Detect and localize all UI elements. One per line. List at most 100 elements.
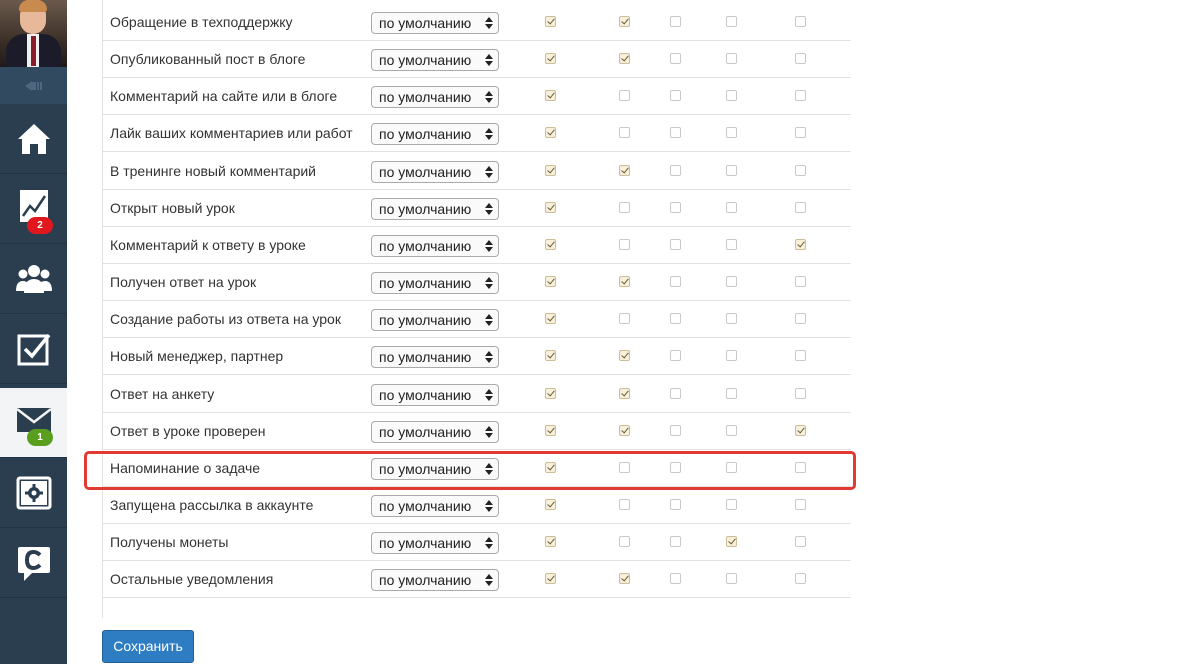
channel-checkbox[interactable] xyxy=(726,424,737,436)
channel-checkbox[interactable] xyxy=(545,16,556,27)
channel-checkbox[interactable] xyxy=(795,573,806,585)
channel-checkbox[interactable] xyxy=(726,238,737,250)
channel-checkbox[interactable] xyxy=(545,498,556,510)
priority-select[interactable]: по умолчанию xyxy=(371,457,499,480)
channel-checkbox[interactable] xyxy=(619,536,630,548)
channel-checkbox[interactable] xyxy=(545,276,556,288)
channel-checkbox[interactable] xyxy=(670,276,681,288)
channel-checkbox[interactable] xyxy=(795,201,806,213)
channel-checkbox[interactable] xyxy=(795,238,806,250)
channel-checkbox[interactable] xyxy=(670,90,681,102)
channel-checkbox[interactable] xyxy=(545,53,556,65)
channel-checkbox[interactable] xyxy=(545,238,556,250)
priority-select[interactable]: по умолчанию xyxy=(371,569,499,592)
channel-checkbox[interactable] xyxy=(795,536,806,548)
priority-select[interactable]: по умолчанию xyxy=(371,309,499,332)
channel-checkbox[interactable] xyxy=(670,536,681,548)
channel-checkbox[interactable] xyxy=(670,127,681,139)
channel-checkbox[interactable] xyxy=(670,350,681,362)
channel-checkbox[interactable] xyxy=(726,536,737,548)
channel-checkbox[interactable] xyxy=(795,16,806,27)
sidebar-item-statistics[interactable]: 2 xyxy=(0,174,67,244)
priority-select[interactable]: по умолчанию xyxy=(371,197,499,220)
channel-checkbox[interactable] xyxy=(545,350,556,362)
channel-checkbox[interactable] xyxy=(619,238,630,250)
channel-checkbox[interactable] xyxy=(726,201,737,213)
priority-select[interactable]: по умолчанию xyxy=(371,532,499,555)
channel-checkbox[interactable] xyxy=(795,350,806,362)
priority-select[interactable]: по умолчанию xyxy=(371,234,499,257)
sidebar-item-chat[interactable] xyxy=(0,528,67,598)
channel-checkbox[interactable] xyxy=(795,53,806,65)
channel-checkbox[interactable] xyxy=(726,461,737,473)
channel-checkbox[interactable] xyxy=(726,498,737,510)
channel-checkbox[interactable] xyxy=(726,90,737,102)
channel-checkbox[interactable] xyxy=(619,498,630,510)
channel-checkbox[interactable] xyxy=(726,276,737,288)
channel-checkbox[interactable] xyxy=(670,16,681,27)
channel-checkbox[interactable] xyxy=(726,16,737,27)
channel-checkbox[interactable] xyxy=(726,573,737,585)
channel-checkbox[interactable] xyxy=(619,53,630,65)
channel-checkbox[interactable] xyxy=(795,461,806,473)
sidebar-item-messages[interactable]: 1 xyxy=(0,388,67,458)
channel-checkbox[interactable] xyxy=(670,498,681,510)
channel-checkbox[interactable] xyxy=(619,424,630,436)
channel-checkbox[interactable] xyxy=(670,238,681,250)
channel-checkbox[interactable] xyxy=(619,201,630,213)
channel-checkbox[interactable] xyxy=(726,313,737,325)
channel-checkbox[interactable] xyxy=(726,387,737,399)
channel-checkbox[interactable] xyxy=(726,53,737,65)
channel-checkbox[interactable] xyxy=(726,127,737,139)
channel-checkbox[interactable] xyxy=(795,498,806,510)
channel-checkbox[interactable] xyxy=(795,164,806,176)
channel-checkbox[interactable] xyxy=(795,387,806,399)
channel-checkbox[interactable] xyxy=(670,313,681,325)
channel-checkbox[interactable] xyxy=(545,536,556,548)
channel-checkbox[interactable] xyxy=(545,127,556,139)
channel-checkbox[interactable] xyxy=(545,313,556,325)
sidebar-item-settings[interactable] xyxy=(0,458,67,528)
channel-checkbox[interactable] xyxy=(545,90,556,102)
channel-checkbox[interactable] xyxy=(670,164,681,176)
priority-select[interactable]: по умолчанию xyxy=(371,494,499,517)
channel-checkbox[interactable] xyxy=(670,573,681,585)
channel-checkbox[interactable] xyxy=(670,201,681,213)
channel-checkbox[interactable] xyxy=(726,350,737,362)
channel-checkbox[interactable] xyxy=(619,127,630,139)
priority-select[interactable]: по умолчанию xyxy=(371,86,499,109)
priority-select[interactable]: по умолчанию xyxy=(371,49,499,72)
priority-select[interactable]: по умолчанию xyxy=(371,346,499,369)
channel-checkbox[interactable] xyxy=(545,387,556,399)
priority-select[interactable]: по умолчанию xyxy=(371,160,499,183)
priority-select[interactable]: по умолчанию xyxy=(371,383,499,406)
channel-checkbox[interactable] xyxy=(619,350,630,362)
channel-checkbox[interactable] xyxy=(670,387,681,399)
sidebar-item-users[interactable] xyxy=(0,244,67,314)
channel-checkbox[interactable] xyxy=(726,164,737,176)
channel-checkbox[interactable] xyxy=(619,16,630,27)
channel-checkbox[interactable] xyxy=(795,276,806,288)
channel-checkbox[interactable] xyxy=(545,201,556,213)
sidebar-collapse-button[interactable] xyxy=(0,67,67,104)
channel-checkbox[interactable] xyxy=(619,313,630,325)
channel-checkbox[interactable] xyxy=(670,461,681,473)
channel-checkbox[interactable] xyxy=(795,90,806,102)
channel-checkbox[interactable] xyxy=(545,573,556,585)
avatar[interactable] xyxy=(0,0,67,67)
priority-select[interactable]: по умолчанию xyxy=(371,123,499,146)
channel-checkbox[interactable] xyxy=(619,573,630,585)
channel-checkbox[interactable] xyxy=(545,164,556,176)
channel-checkbox[interactable] xyxy=(795,313,806,325)
channel-checkbox[interactable] xyxy=(619,90,630,102)
channel-checkbox[interactable] xyxy=(619,387,630,399)
channel-checkbox[interactable] xyxy=(795,424,806,436)
channel-checkbox[interactable] xyxy=(619,164,630,176)
priority-select[interactable]: по умолчанию xyxy=(371,272,499,295)
channel-checkbox[interactable] xyxy=(545,461,556,473)
channel-checkbox[interactable] xyxy=(670,424,681,436)
channel-checkbox[interactable] xyxy=(795,127,806,139)
channel-checkbox[interactable] xyxy=(619,461,630,473)
sidebar-item-home[interactable] xyxy=(0,104,67,174)
channel-checkbox[interactable] xyxy=(545,424,556,436)
